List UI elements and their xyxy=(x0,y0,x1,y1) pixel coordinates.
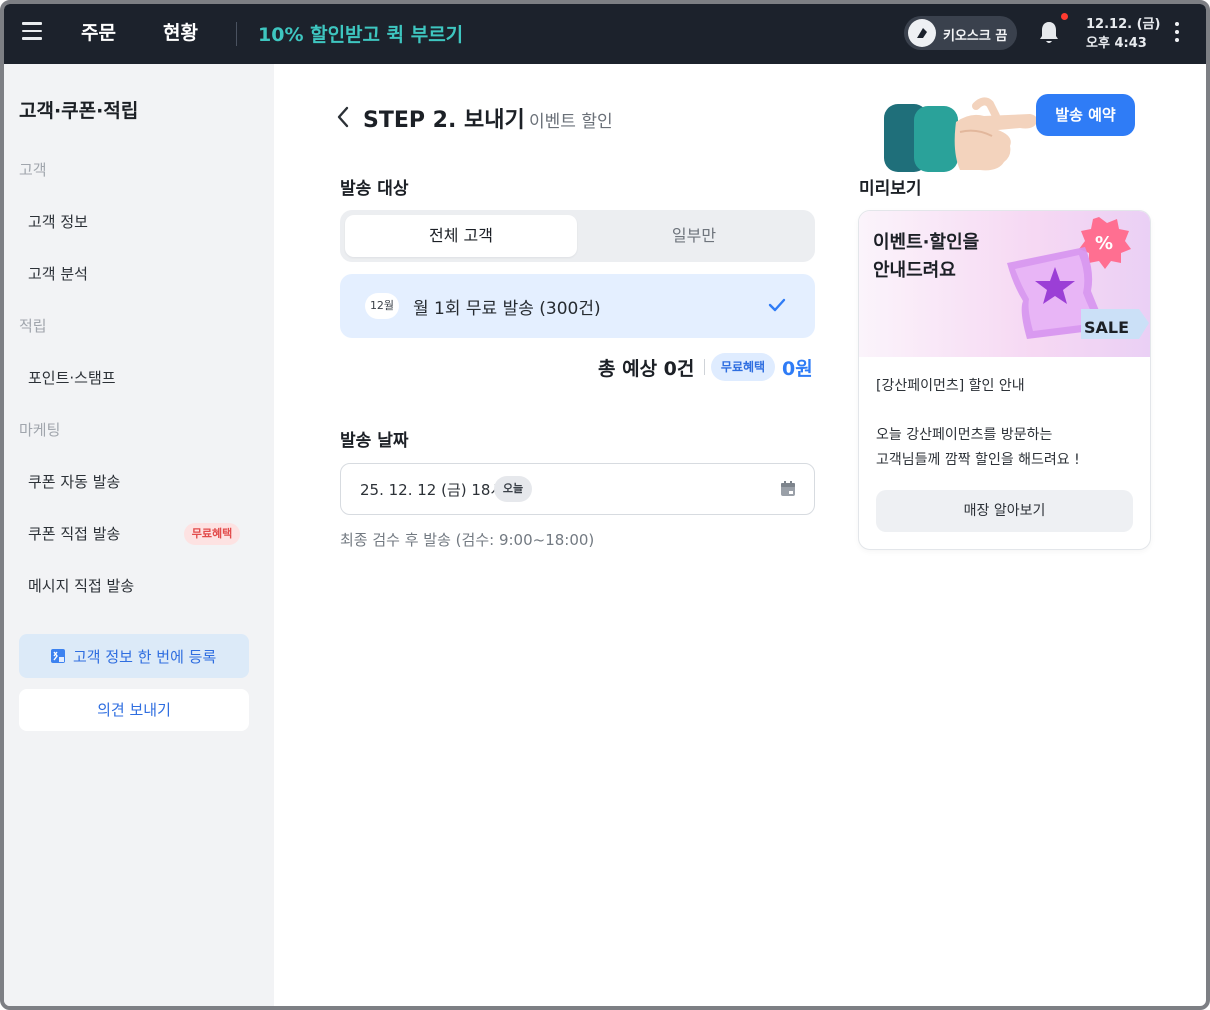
sidebar-section-marketing: 마케팅 xyxy=(19,421,61,439)
sidebar-section-points: 적립 xyxy=(19,317,47,335)
preview-body-line2: 고객님들께 깜짝 할인을 해드려요 ! xyxy=(876,452,1080,468)
message-preview-card: 이벤트·할인을 안내드려요 % SALE [강산페이먼츠] 할인 안내 오늘 강… xyxy=(858,210,1151,550)
pointing-hand-icon xyxy=(884,97,1038,172)
sidebar-section-customer: 고객 xyxy=(19,161,47,179)
sidebar-item-coupon-auto[interactable]: 쿠폰 자동 발송 xyxy=(28,471,120,492)
notification-dot xyxy=(1061,13,1068,20)
view-store-button[interactable]: 매장 알아보기 xyxy=(876,490,1133,532)
sidebar-item-coupon-direct[interactable]: 쿠폰 직접 발송 xyxy=(28,523,120,544)
total-amount: 0원 xyxy=(782,358,813,380)
sidebar-item-points-stamps[interactable]: 포인트·스탬프 xyxy=(28,367,116,388)
calendar-icon[interactable] xyxy=(778,479,798,499)
target-segmented-control: 전체 고객 일부만 xyxy=(340,210,815,262)
svg-text:%: % xyxy=(1095,233,1113,254)
today-chip: 오늘 xyxy=(494,476,532,502)
preview-headline: 이벤트·할인을 안내드려요 xyxy=(873,229,979,285)
nav-status[interactable]: 현황 xyxy=(163,18,198,45)
sale-tag: SALE xyxy=(1084,318,1130,337)
preview-banner: 이벤트·할인을 안내드려요 % SALE xyxy=(859,211,1150,357)
more-icon[interactable] xyxy=(1173,22,1181,46)
preview-headline-line1: 이벤트·할인을 xyxy=(873,232,980,253)
promo-link[interactable]: 10% 할인받고 퀵 부르기 xyxy=(258,20,463,47)
tab-partial[interactable]: 일부만 xyxy=(578,215,810,257)
date-label: 발송 날짜 xyxy=(340,431,409,451)
excel-upload-icon xyxy=(51,649,65,663)
total-estimate: 총 예상 0건 xyxy=(598,358,695,380)
page-title: STEP 2. 보내기 xyxy=(363,108,525,133)
nav-divider xyxy=(236,22,237,46)
kiosk-toggle[interactable]: 키오스크 끔 xyxy=(904,16,1017,50)
back-arrow-icon[interactable] xyxy=(334,105,352,129)
sidebar-item-customer-analysis[interactable]: 고객 분석 xyxy=(28,263,88,284)
date-note: 최종 검수 후 발송 (검수: 9:00~18:00) xyxy=(340,531,595,549)
bell-icon[interactable] xyxy=(1037,20,1061,46)
register-customers-button[interactable]: 고객 정보 한 번에 등록 xyxy=(19,634,249,678)
nav-orders[interactable]: 주문 xyxy=(81,18,116,45)
preview-headline-line2: 안내드려요 xyxy=(873,260,956,281)
free-benefit-pill: 무료혜택 xyxy=(711,353,775,381)
check-icon xyxy=(768,298,786,312)
preview-body: 오늘 강산페이먼츠를 방문하는 고객님들께 깜짝 할인을 해드려요 ! xyxy=(876,423,1080,473)
app-window: 주문 현황 10% 할인받고 퀵 부르기 키오스크 끔 12.12. (금) 오… xyxy=(0,0,1210,1010)
sidebar-item-customer-info[interactable]: 고객 정보 xyxy=(28,211,88,232)
menu-icon[interactable] xyxy=(22,22,44,42)
register-customers-label: 고객 정보 한 번에 등록 xyxy=(73,648,217,666)
kiosk-label: 키오스크 끔 xyxy=(943,29,1008,44)
free-benefit-badge: 무료혜택 xyxy=(184,523,240,545)
free-send-option[interactable]: 12월 월 1회 무료 발송 (300건) xyxy=(340,274,815,338)
send-date-field[interactable]: 25. 12. 12 (금) 18시 오늘 xyxy=(340,463,815,515)
page-subtitle: 이벤트 할인 xyxy=(529,112,613,132)
datetime: 12.12. (금) 오후 4:43 xyxy=(1086,15,1160,53)
preview-subject: [강산페이먼츠] 할인 안내 xyxy=(876,378,1025,394)
free-send-text: 월 1회 무료 발송 (300건) xyxy=(413,299,601,319)
preview-body-line1: 오늘 강산페이먼츠를 방문하는 xyxy=(876,427,1053,443)
total-divider xyxy=(704,359,705,375)
time-text: 오후 4:43 xyxy=(1086,36,1147,51)
date-text: 12.12. (금) xyxy=(1086,17,1161,32)
month-chip: 12월 xyxy=(365,293,399,319)
feedback-button[interactable]: 의견 보내기 xyxy=(19,689,249,731)
schedule-send-button[interactable]: 발송 예약 xyxy=(1036,94,1135,136)
top-bar: 주문 현황 10% 할인받고 퀵 부르기 키오스크 끔 12.12. (금) 오… xyxy=(4,4,1206,64)
send-date-value: 25. 12. 12 (금) 18시 xyxy=(360,481,505,499)
sidebar-title: 고객·쿠폰·적립 xyxy=(19,100,139,122)
kiosk-icon xyxy=(908,19,936,47)
target-label: 발송 대상 xyxy=(340,179,409,199)
sidebar: 고객·쿠폰·적립 고객 고객 정보 고객 분석 적립 포인트·스탬프 마케팅 쿠… xyxy=(4,64,274,1006)
tab-all-customers[interactable]: 전체 고객 xyxy=(345,215,577,257)
preview-label: 미리보기 xyxy=(859,179,922,199)
sidebar-item-message-direct[interactable]: 메시지 직접 발송 xyxy=(28,575,134,596)
